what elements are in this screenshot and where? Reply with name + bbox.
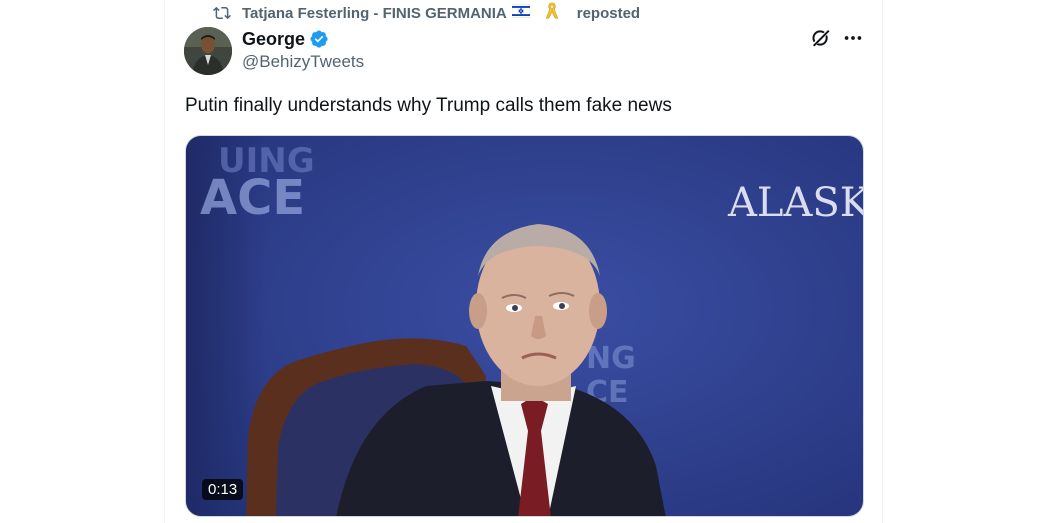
- tweet-text: Putin finally understands why Trump call…: [185, 95, 672, 116]
- backdrop-text-4: NG: [586, 341, 636, 376]
- video-frame: UING ACE ALASKA NG CE: [186, 136, 864, 516]
- verified-badge-icon: [310, 30, 328, 48]
- timeline-column: Tatjana Festerling - FINIS GERMANIA repo…: [164, 0, 883, 523]
- backdrop-text-2: ACE: [200, 170, 305, 226]
- repost-context[interactable]: Tatjana Festerling - FINIS GERMANIA repo…: [213, 2, 641, 24]
- author-name-row[interactable]: George: [242, 27, 329, 51]
- author-handle[interactable]: @BehizyTweets: [242, 52, 364, 72]
- reposted-label: reposted: [576, 4, 641, 22]
- repost-user-name[interactable]: Tatjana Festerling - FINIS GERMANIA: [242, 5, 507, 22]
- avatar-image: [184, 27, 232, 75]
- more-options-icon[interactable]: [842, 27, 864, 49]
- backdrop-text-3: ALASKA: [727, 180, 864, 226]
- author-name[interactable]: George: [242, 29, 305, 50]
- yellow-ribbon-icon: [543, 2, 572, 24]
- video-player[interactable]: UING ACE ALASKA NG CE 0:13: [185, 135, 864, 517]
- avatar[interactable]: [184, 27, 232, 75]
- israel-flag-icon: [511, 2, 541, 24]
- grok-icon[interactable]: [810, 27, 832, 49]
- repost-icon: [213, 6, 231, 20]
- video-duration: 0:13: [202, 479, 244, 500]
